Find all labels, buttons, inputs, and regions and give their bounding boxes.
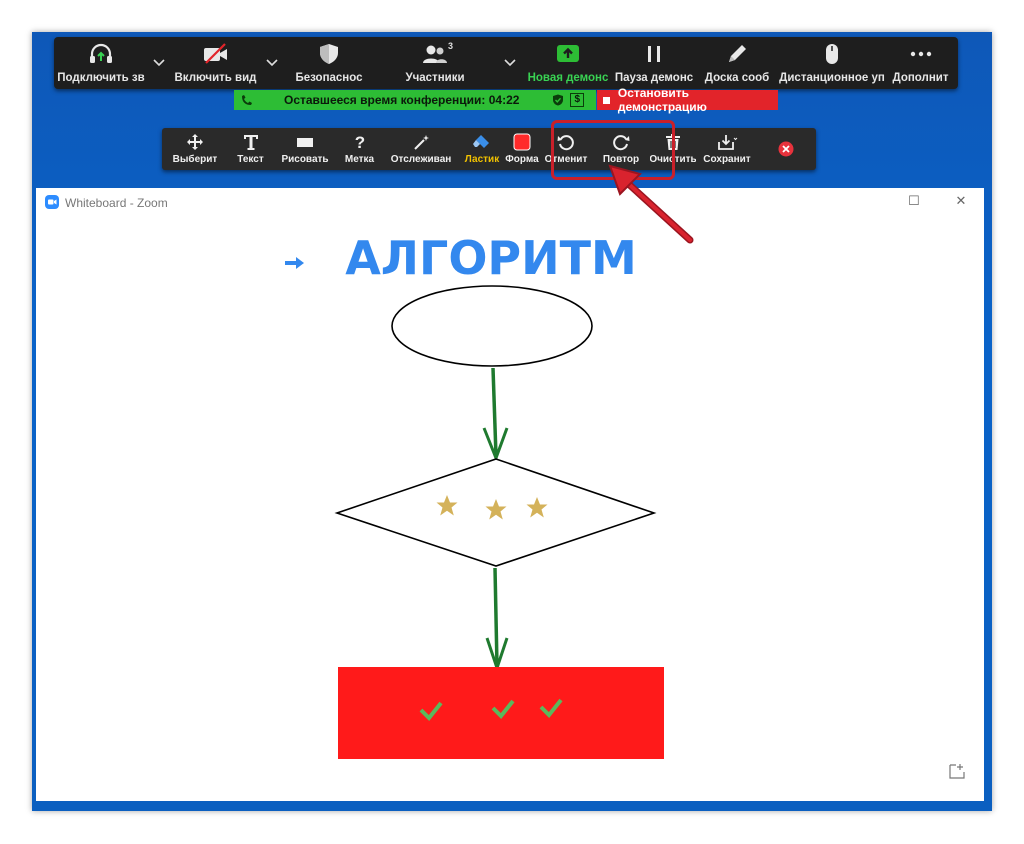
video-options-chevron[interactable] [261, 37, 283, 89]
text-tool-button[interactable]: Текст [228, 128, 273, 170]
text-t-icon [243, 135, 258, 150]
headphones-arrow-icon [90, 43, 112, 63]
start-video-label: Включить вид [174, 72, 257, 84]
participants-button[interactable]: 3 Участники [375, 37, 495, 89]
draw-tool-label: Рисовать [281, 154, 329, 165]
annotation-toolbar: Выберит Текст Рисовать ? Метка Отслежива… [162, 128, 816, 170]
save-label: Сохранит [703, 154, 751, 165]
spotlight-tool-button[interactable]: Отслеживан [382, 128, 460, 170]
spotlight-tool-label: Отслеживан [390, 154, 452, 165]
close-annotation-button[interactable] [758, 128, 814, 170]
security-label: Безопаснос [295, 72, 363, 84]
text-tool-label: Текст [237, 154, 264, 165]
canvas-heading: АЛГОРИТМ [345, 231, 637, 285]
pause-share-button[interactable]: Пауза демонс [611, 37, 697, 89]
more-dots-icon [910, 51, 931, 57]
format-tool-button[interactable]: Форма [504, 128, 540, 170]
stamp-tool-label: Метка [344, 154, 375, 165]
pause-share-label: Пауза демонс [614, 72, 694, 84]
participants-label: Участники [405, 72, 465, 84]
remote-control-button[interactable]: Дистанционное уп [777, 37, 887, 89]
phone-icon [242, 95, 252, 105]
meeting-toolbar: Подключить зв Включить вид Безопаснос 3 … [54, 37, 958, 89]
participant-count-badge: 3 [448, 41, 454, 51]
chevron-down-icon [266, 59, 278, 67]
remaining-time-text: Оставшееся время конференции: 04:22 [284, 93, 520, 107]
color-format-icon [513, 133, 531, 151]
security-button[interactable]: Безопаснос [283, 37, 375, 89]
draw-rectangle-icon [297, 138, 313, 147]
meeting-timer-bar: Оставшееся время конференции: 04:22 $ [234, 90, 596, 110]
whiteboard-window: Whiteboard - Zoom — ☐ ✕ АЛГОРИТМ [36, 188, 984, 801]
whiteboard-button[interactable]: Доска сооб [697, 37, 777, 89]
more-button[interactable]: Дополнит [887, 37, 954, 89]
magic-wand-icon [414, 135, 429, 150]
stamp-tool-button[interactable]: ? Метка [337, 128, 382, 170]
start-video-button[interactable]: Включить вид [170, 37, 261, 89]
join-audio-button[interactable]: Подключить зв [54, 37, 148, 89]
format-tool-label: Форма [505, 154, 539, 165]
question-mark-icon: ? [354, 133, 364, 151]
close-circle-icon [778, 141, 794, 157]
blue-arrow-mark [285, 257, 304, 269]
expand-corner-icon[interactable] [949, 764, 965, 779]
pause-icon [648, 46, 660, 62]
chevron-down-icon [153, 59, 165, 67]
remote-control-label: Дистанционное уп [779, 72, 885, 84]
draw-tool-button[interactable]: Рисовать [273, 128, 337, 170]
select-tool-label: Выберит [172, 154, 218, 165]
save-button[interactable]: Сохранит [696, 128, 758, 170]
participants-options-chevron[interactable] [495, 37, 525, 89]
join-audio-label: Подключить зв [57, 72, 145, 84]
select-tool-button[interactable]: Выберит [162, 128, 228, 170]
stop-share-label: Остановить демонстрацию [617, 86, 707, 114]
billing-badge: $ [570, 93, 584, 107]
new-share-button[interactable]: Новая демонс [525, 37, 611, 89]
mouse-icon [826, 44, 838, 64]
audio-options-chevron[interactable] [148, 37, 170, 89]
participants-icon [423, 45, 447, 63]
chevron-down-icon [504, 59, 516, 67]
eraser-tool-button[interactable]: Ластик [460, 128, 504, 170]
new-share-label: Новая демонс [527, 72, 609, 84]
green-arrow-2 [485, 567, 509, 673]
stop-square-icon [603, 96, 610, 104]
pencil-icon [729, 45, 746, 62]
shield-icon [320, 44, 338, 64]
shield-check-icon [553, 94, 564, 106]
pointer-arrow-annotation [608, 164, 694, 244]
camera-off-icon [203, 43, 227, 64]
flow-ellipse [391, 285, 593, 367]
save-download-icon [718, 135, 738, 150]
svg-text:?: ? [354, 133, 364, 151]
share-screen-icon [557, 45, 579, 62]
green-arrow-1 [482, 367, 509, 463]
move-arrows-icon [187, 134, 203, 150]
eraser-tool-label: Ластик [464, 154, 500, 165]
whiteboard-label: Доска сооб [704, 72, 770, 84]
stop-share-button[interactable]: Остановить демонстрацию [597, 86, 778, 114]
whiteboard-canvas[interactable]: АЛГОРИТМ [36, 188, 984, 801]
eraser-icon [473, 135, 489, 148]
more-label: Дополнит [892, 72, 949, 84]
